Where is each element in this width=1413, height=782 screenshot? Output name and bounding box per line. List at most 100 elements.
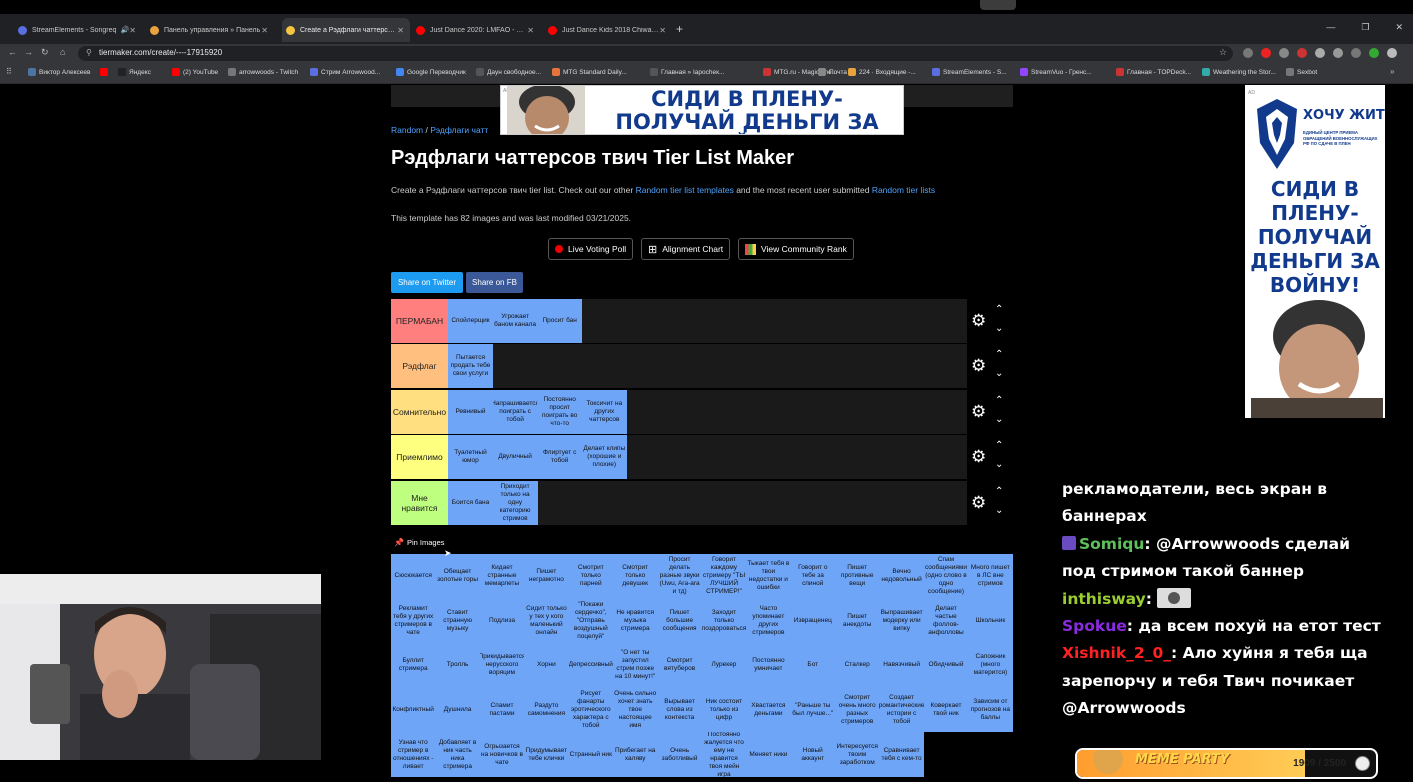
apps-grid-icon[interactable]: ⠿ xyxy=(6,67,12,76)
pool-item[interactable]: Обещает золотые горы xyxy=(435,554,479,599)
extensions-puzzle-icon[interactable] xyxy=(1333,48,1343,58)
pool-item[interactable]: Хвастается деньгами xyxy=(746,688,790,733)
back-icon[interactable]: ← xyxy=(8,47,17,57)
bookmark-item[interactable]: StreamElements - S... xyxy=(932,68,1007,76)
pool-item[interactable]: Не нравится музыка стримера xyxy=(613,599,657,644)
new-tab-icon[interactable]: + xyxy=(676,22,683,36)
tier-label[interactable]: Рэдфлаг xyxy=(391,344,448,389)
chevron-down-icon[interactable]: ⌄ xyxy=(995,368,1003,379)
pool-item[interactable]: Смотрит очень много разных стримеров xyxy=(835,688,879,733)
pool-item[interactable]: Постоянно умничает xyxy=(746,643,790,688)
share-fb-button[interactable]: Share on FB xyxy=(466,272,523,293)
pool-item[interactable]: Интересуется твоим заработком xyxy=(835,732,879,777)
pool-item[interactable]: Смотрит только девушек xyxy=(613,554,657,599)
pool-item[interactable]: Рисует фанарты эротического характера с … xyxy=(569,688,613,733)
pool-item[interactable]: Вечно недовольный xyxy=(879,554,923,599)
bookmark-item[interactable]: Главная » Іаросhек... xyxy=(650,68,724,76)
extension-icon[interactable] xyxy=(1243,48,1253,58)
pool-item[interactable]: Бот xyxy=(791,643,835,688)
pool-item[interactable]: Конфликтный xyxy=(391,688,435,733)
tier-label[interactable]: ПЕРМАБАН xyxy=(391,299,448,343)
tier-item[interactable]: Делает клипы (хорошие и плохие) xyxy=(581,435,627,480)
pool-item[interactable]: Прибегает на халяву xyxy=(613,732,657,777)
bookmark-item[interactable] xyxy=(100,68,111,76)
pool-item[interactable]: Тыкает тебя в твои недостатки и ошибки xyxy=(746,554,790,599)
tier-item[interactable]: Боится бана xyxy=(448,480,493,525)
extension-icon[interactable] xyxy=(1315,48,1325,58)
bookmark-item[interactable]: MTG Standard Daily... xyxy=(552,68,627,76)
close-tab-icon[interactable]: ✕ xyxy=(397,26,404,35)
chevron-down-icon[interactable]: ⌄ xyxy=(995,414,1003,425)
extension-icon[interactable] xyxy=(1261,48,1271,58)
pool-item[interactable]: Навязчивый xyxy=(879,643,923,688)
pool-item[interactable]: Просит делать разные звуки (Uwu, Ara-ara… xyxy=(657,554,701,599)
pool-item[interactable]: Школьник xyxy=(968,599,1012,644)
pool-item[interactable]: Часто упоминает других стримеров xyxy=(746,599,790,644)
pool-item[interactable]: Рекламит тебя у других стримеров в чате xyxy=(391,599,435,644)
pool-item[interactable]: Пишет неграмотно xyxy=(524,554,568,599)
chevron-up-icon[interactable]: ⌃ xyxy=(995,440,1003,451)
pool-item[interactable]: Депрессивный xyxy=(569,643,613,688)
close-tab-icon[interactable]: ✕ xyxy=(129,26,136,35)
tier-item[interactable]: Токсичит на других чаттерсов xyxy=(581,389,627,434)
pool-item[interactable]: Буллит стримера xyxy=(391,643,435,688)
close-tab-icon[interactable]: ✕ xyxy=(527,26,534,35)
bookmark-item[interactable]: Почта xyxy=(818,68,847,76)
chevron-down-icon[interactable]: ⌄ xyxy=(995,323,1003,334)
bookmark-item[interactable]: StreamVuo - Гренс... xyxy=(1020,68,1092,76)
tier-item[interactable]: Приходит только на одну категорию стримо… xyxy=(492,480,538,525)
ad-banner-top[interactable]: AD СИДИ В ПЛЕНУ- ПОЛУЧАЙ ДЕНЬГИ ЗА ВОЙНУ… xyxy=(500,85,904,135)
pool-item[interactable]: Хорни xyxy=(524,643,568,688)
close-window-icon[interactable]: ✕ xyxy=(1395,22,1403,33)
pool-item[interactable]: Странный ник xyxy=(569,732,613,777)
share-twitter-button[interactable]: Share on Twitter xyxy=(391,272,463,293)
chevron-down-icon[interactable]: ⌄ xyxy=(995,505,1003,516)
pool-item[interactable]: Добавляет в ник часть ника стримера xyxy=(435,732,479,777)
pool-item[interactable]: Вырывает слова из контекста xyxy=(657,688,701,733)
chevron-up-icon[interactable]: ⌃ xyxy=(995,349,1003,360)
pool-item[interactable]: Пишет большие сообщения xyxy=(657,599,701,644)
tier-item[interactable]: Флиртует с тобой xyxy=(537,435,583,480)
pin-images-toggle[interactable]: 📌 Pin Images xyxy=(394,538,445,547)
home-icon[interactable]: ⌂ xyxy=(60,47,65,57)
bookmark-item[interactable]: Weathering the Stor... xyxy=(1202,68,1276,76)
tier-item[interactable]: Спойлерщик xyxy=(448,299,493,343)
close-tab-icon[interactable]: ✕ xyxy=(261,26,268,35)
restore-icon[interactable]: ❐ xyxy=(1361,22,1369,33)
tier-item[interactable]: Туалетный юмор xyxy=(448,435,493,480)
pool-item[interactable]: Очень заботливый xyxy=(657,732,701,777)
browser-tab[interactable]: Панель управления » Панель ✕ xyxy=(146,20,274,40)
extension-icon[interactable] xyxy=(1279,48,1289,58)
pool-item[interactable]: Пишет противные вещи xyxy=(835,554,879,599)
tier-label[interactable]: Мне нравится xyxy=(391,480,448,525)
gear-icon[interactable]: ⚙ xyxy=(971,356,986,376)
pool-item[interactable]: Лурекер xyxy=(702,643,746,688)
gear-icon[interactable]: ⚙ xyxy=(971,402,986,422)
tier-item[interactable]: Просит бан xyxy=(537,299,583,343)
bookmark-star-icon[interactable]: ☆ xyxy=(1219,47,1227,58)
pool-item[interactable]: Тролль xyxy=(435,643,479,688)
menu-icon[interactable] xyxy=(1387,48,1397,58)
pool-item[interactable]: Ник состоит только из цифр xyxy=(702,688,746,733)
bookmark-item[interactable]: arrowwoods - Twitch xyxy=(228,68,298,76)
pool-item[interactable]: Заходит только поздороваться xyxy=(702,599,746,644)
pool-item[interactable]: "Покажи сердечко", "Отправь воздушный по… xyxy=(569,599,613,644)
more-bookmarks-icon[interactable]: » xyxy=(1390,67,1394,76)
browser-tab[interactable]: Just Dance 2020: LMFAO - Sexy ✕ xyxy=(412,20,540,40)
pool-item[interactable]: Пишет анекдоты xyxy=(835,599,879,644)
pool-item[interactable]: Смотрит только парней xyxy=(569,554,613,599)
tier-item[interactable]: Постоянно просит поиграть во что-то xyxy=(537,389,583,434)
bookmark-item[interactable]: (2) YouTube xyxy=(172,68,218,76)
pool-item[interactable]: Говорит каждому стримеру "ТЫ ЛУЧШИЙ СТРИ… xyxy=(702,554,746,599)
pool-item[interactable]: "Раньше ты был лучше..." xyxy=(791,688,835,733)
pool-item[interactable]: Сравнивает тебя с кем-то xyxy=(879,732,923,777)
pool-item[interactable]: Обидчивый xyxy=(924,643,968,688)
pool-item[interactable]: Новый аккаунт xyxy=(791,732,835,777)
pool-item[interactable]: Сталкер xyxy=(835,643,879,688)
breadcrumb-link-current[interactable]: Рэдфлаги чатт xyxy=(430,125,488,135)
tier-label[interactable]: Приемлимо xyxy=(391,435,448,480)
pool-item[interactable]: Смотрит вятуберов xyxy=(657,643,701,688)
breadcrumb-link-random[interactable]: Random xyxy=(391,125,423,135)
bookmark-item[interactable]: 224 · Входящие -... xyxy=(848,68,916,76)
alignment-chart-button[interactable]: ⊞ Alignment Chart xyxy=(641,238,731,260)
